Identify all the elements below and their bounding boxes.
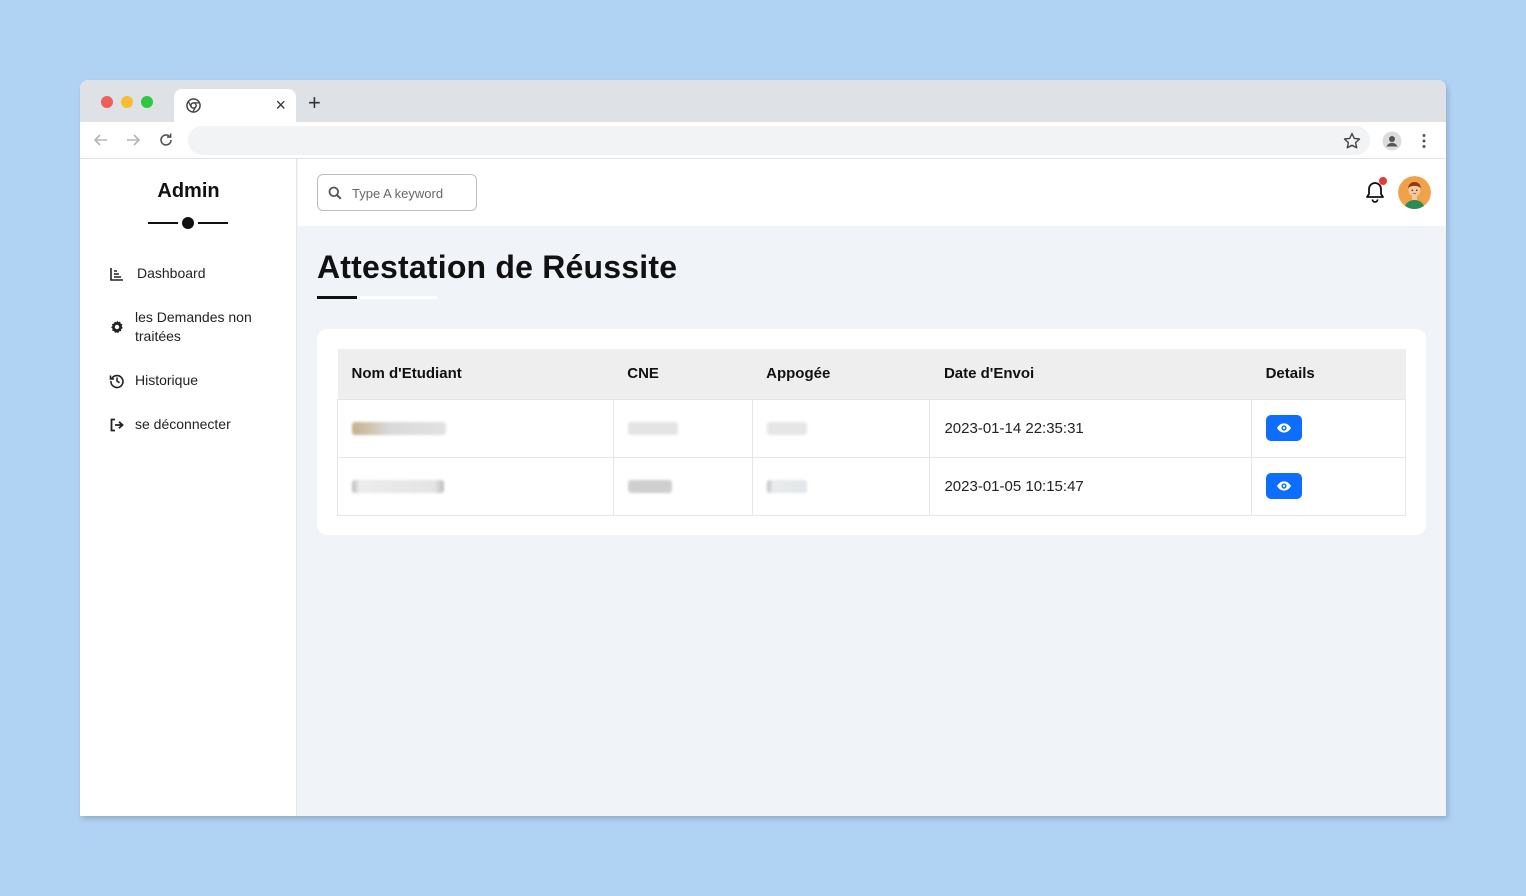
logout-icon [110, 418, 124, 431]
column-header-nom: Nom d'Etudiant [351, 365, 462, 383]
app-content: Admin Dashboard les Demandes non traitée [80, 159, 1446, 816]
back-arrow-icon[interactable] [92, 131, 110, 149]
sidebar-item-label: Dashboard [137, 265, 206, 281]
eye-icon [1277, 481, 1292, 491]
brand-divider [148, 216, 228, 230]
cell-date: 2023-01-14 22:35:31 [929, 398, 1253, 458]
minimize-window-button[interactable] [121, 96, 133, 108]
cell-details [1251, 398, 1406, 458]
column-header-details: Details [1265, 365, 1315, 383]
column-header-cne: CNE [627, 365, 659, 383]
cell-appogee [751, 456, 931, 516]
requests-table: Nom d'Etudiant CNE Appogée Date d'Envoi … [337, 349, 1406, 516]
redacted-cne [627, 480, 672, 494]
requests-card: Nom d'Etudiant CNE Appogée Date d'Envoi … [317, 329, 1426, 535]
sidebar: Admin Dashboard les Demandes non traitée [80, 159, 297, 816]
close-window-button[interactable] [101, 96, 113, 108]
forward-arrow-icon[interactable] [124, 131, 142, 149]
redacted-name [352, 480, 444, 494]
cell-details [1251, 456, 1406, 516]
search-input[interactable] [352, 183, 470, 203]
page-title: Attestation de Réussite [317, 249, 678, 285]
table-row: 2023-01-14 22:35:31 [337, 398, 1406, 458]
notification-badge [1379, 177, 1387, 185]
reload-icon[interactable] [157, 131, 175, 149]
sidebar-item-label: les Demandes non traitées [135, 309, 252, 344]
redacted-appogee [766, 480, 807, 494]
browser-window: × + Admin Dashboard les Demandes non tra… [80, 80, 1446, 816]
brand-title: Admin [157, 180, 220, 202]
cell-cne [612, 456, 753, 516]
cell-cne [612, 398, 753, 458]
history-icon [109, 374, 124, 388]
view-details-button[interactable] [1266, 473, 1303, 499]
profile-icon[interactable] [1382, 131, 1402, 151]
sidebar-item-label: Historique [135, 372, 199, 388]
column-header-date: Date d'Envoi [943, 365, 1035, 383]
user-avatar[interactable] [1398, 176, 1431, 209]
redacted-appogee [766, 422, 807, 436]
table-header-row: Nom d'Etudiant CNE Appogée Date d'Envoi … [337, 349, 1406, 399]
kebab-menu-icon[interactable] [1414, 131, 1434, 151]
top-bar [298, 159, 1446, 226]
cell-nom [337, 398, 614, 458]
sidebar-item-label: se déconnecter [135, 416, 231, 432]
address-bar[interactable] [188, 126, 1370, 155]
browser-titlebar: × + [80, 80, 1446, 122]
cell-date: 2023-01-05 10:15:47 [929, 456, 1253, 516]
search-box[interactable] [317, 174, 477, 211]
search-icon [328, 186, 342, 200]
browser-toolbar [80, 122, 1446, 159]
chrome-icon [186, 98, 201, 113]
sidebar-item-dashboard[interactable]: Dashboard [109, 264, 206, 283]
star-icon[interactable] [1342, 131, 1362, 151]
browser-tab[interactable]: × [174, 89, 296, 122]
column-header-appogee: Appogée [766, 365, 831, 383]
view-details-button[interactable] [1266, 415, 1303, 441]
redacted-name [352, 422, 446, 436]
eye-icon [1277, 423, 1292, 433]
sidebar-item-logout[interactable]: se déconnecter [109, 415, 231, 434]
title-underline [317, 296, 437, 299]
maximize-window-button[interactable] [141, 96, 153, 108]
sidebar-item-demandes[interactable]: les Demandes non traitées [109, 308, 279, 346]
cell-nom [337, 456, 614, 516]
chart-icon [110, 267, 123, 281]
cell-appogee [751, 398, 931, 458]
gear-icon [111, 320, 123, 334]
redacted-cne [627, 422, 678, 436]
new-tab-icon[interactable]: + [308, 92, 321, 114]
close-tab-icon[interactable]: × [275, 95, 286, 115]
table-row: 2023-01-05 10:15:47 [337, 456, 1406, 516]
sidebar-item-historique[interactable]: Historique [109, 371, 198, 390]
